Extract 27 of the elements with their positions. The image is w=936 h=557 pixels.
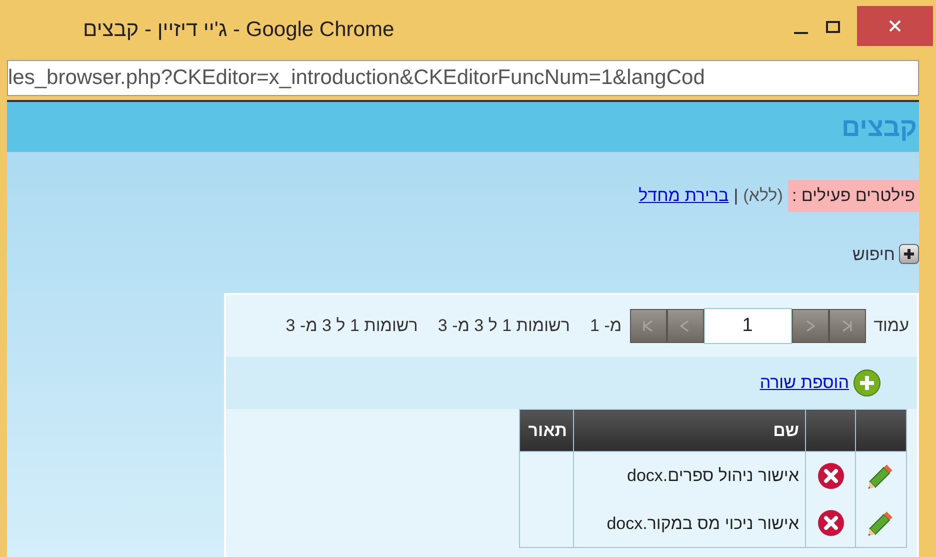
last-page-button[interactable] bbox=[828, 309, 866, 343]
address-bar[interactable]: les_browser.php?CKEditor=x_introduction&CKEditorFuncNum=1&langCod bbox=[7, 60, 919, 96]
table-cell: אישור ניכוי מס במקור.docx bbox=[574, 500, 806, 548]
page-field[interactable]: 1 bbox=[704, 308, 792, 344]
separator: | bbox=[734, 185, 738, 207]
first-page-button[interactable] bbox=[630, 309, 667, 343]
previous-page-button[interactable] bbox=[666, 309, 704, 343]
filters-value: (ללא) bbox=[743, 185, 783, 207]
maximize-icon[interactable] bbox=[826, 21, 840, 33]
table-cell: אישור ניהול ספרים.docx bbox=[574, 452, 806, 500]
add-icon[interactable] bbox=[853, 369, 881, 397]
page-label: עמוד bbox=[874, 315, 909, 338]
page-count: מ- 1 bbox=[590, 315, 622, 338]
reset-link[interactable]: ברירת מחדל bbox=[638, 183, 729, 208]
column-header: שם bbox=[574, 410, 806, 452]
next-page-button[interactable] bbox=[792, 309, 829, 343]
close-icon bbox=[889, 20, 901, 32]
search-toggle[interactable]: חיפוש bbox=[852, 242, 919, 267]
records-info: רשומות 1 ל 3 מ- 3 bbox=[438, 315, 570, 338]
add-row-link[interactable]: הוספת שורה bbox=[760, 370, 849, 396]
delete-icon[interactable] bbox=[817, 462, 845, 490]
delete-icon[interactable] bbox=[817, 509, 845, 538]
records-info: רשומות 1 ל 3 מ- 3 bbox=[286, 315, 418, 338]
plus-icon bbox=[899, 244, 919, 264]
window-title: ג'יי דיזיין - קבצים - Google Chrome bbox=[83, 17, 396, 44]
filters-label: פילטרים פעילים : bbox=[788, 180, 919, 212]
column-header: תאור bbox=[520, 410, 574, 452]
